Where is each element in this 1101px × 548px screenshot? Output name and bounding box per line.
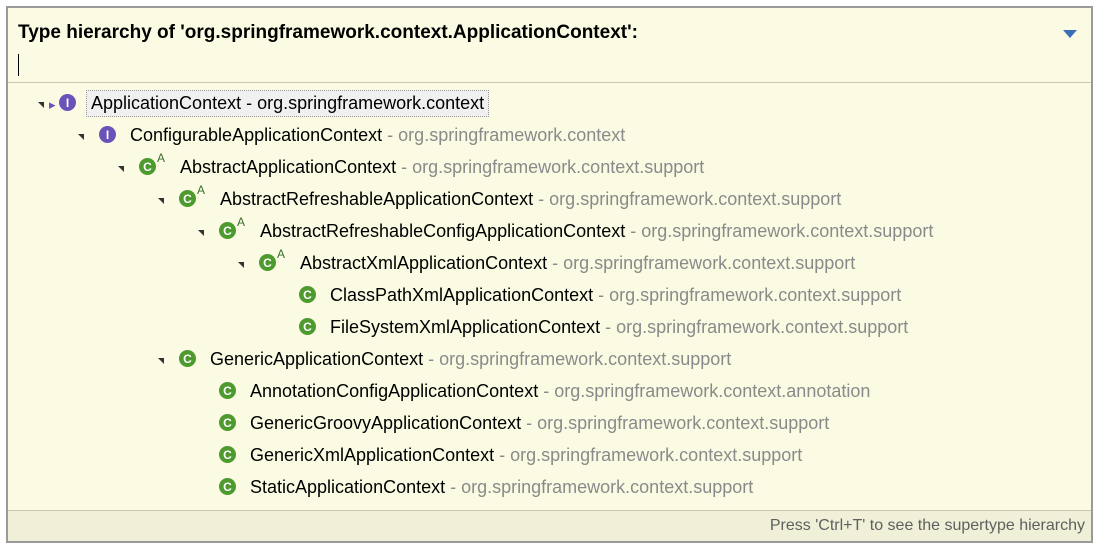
type-name: AbstractRefreshableApplicationContext — [220, 188, 534, 209]
package-name: org.springframework.context.support — [609, 284, 902, 305]
package-name: org.springframework.context.support — [641, 220, 934, 241]
type-name: GenericXmlApplicationContext — [250, 444, 495, 465]
class-icon: C — [218, 445, 238, 465]
tree-item[interactable]: C GenericGroovyApplicationContext - org.s… — [198, 408, 833, 438]
separator: - — [533, 188, 550, 209]
expand-toggle-icon[interactable] — [238, 262, 244, 268]
package-name: org.springframework.context.support — [412, 156, 705, 177]
interface-icon: I — [98, 125, 118, 145]
separator: - — [625, 220, 642, 241]
expand-toggle-icon[interactable] — [158, 198, 164, 204]
separator: - — [521, 412, 538, 433]
class-icon: C — [178, 349, 198, 369]
abstract-class-icon: CA — [178, 183, 205, 209]
tree-item-label: ApplicationContext - org.springframework… — [86, 89, 490, 117]
tree-item[interactable]: C A AbstractRefreshableApplicationContext … — [158, 183, 845, 214]
tree-item-label: StaticApplicationContext - org.springfra… — [246, 475, 757, 500]
tree-item[interactable]: I ▸ ApplicationContext - org.springframewo… — [38, 88, 490, 118]
type-name: StaticApplicationContext — [250, 476, 446, 497]
tree-item[interactable]: C AnnotationConfigApplicationContext - or… — [198, 376, 874, 406]
type-name: FileSystemXmlApplicationContext — [330, 316, 601, 337]
separator: - — [547, 252, 564, 273]
tree-item-label: AbstractRefreshableApplicationContext - … — [216, 187, 845, 212]
package-name: org.springframework.context.annotation — [554, 380, 871, 401]
tree-item-label: ClassPathXmlApplicationContext - org.spr… — [326, 283, 905, 308]
separator: - — [445, 476, 462, 497]
class-icon: C — [218, 381, 238, 401]
type-name: GenericApplicationContext — [210, 348, 424, 369]
tree-item-label: FileSystemXmlApplicationContext - org.sp… — [326, 315, 912, 340]
package-name: org.springframework.context.support — [563, 252, 856, 273]
package-name: org.springframework.context.support — [549, 188, 842, 209]
abstract-class-icon: CA — [258, 247, 285, 273]
class-icon: C — [218, 413, 238, 433]
separator: - — [593, 284, 610, 305]
tree-item[interactable]: C GenericXmlApplicationContext - org.spri… — [198, 440, 806, 470]
package-name: org.springframework.context.support — [537, 412, 830, 433]
type-hierarchy-popup: Type hierarchy of 'org.springframework.c… — [6, 6, 1093, 543]
tree-item-label: GenericGroovyApplicationContext - org.sp… — [246, 411, 833, 436]
tree-item-label: GenericXmlApplicationContext - org.sprin… — [246, 443, 806, 468]
expand-toggle-icon[interactable] — [158, 358, 164, 364]
expand-toggle-icon[interactable] — [38, 102, 44, 108]
separator: - — [494, 444, 511, 465]
type-name: ApplicationContext — [91, 92, 242, 113]
separator: - — [423, 348, 440, 369]
package-name: org.springframework.context.support — [616, 316, 909, 337]
tree-item[interactable]: C A AbstractRefreshableConfigApplicationCo… — [198, 215, 937, 246]
type-name: AbstractApplicationContext — [180, 156, 397, 177]
tree-item-label: ConfigurableApplicationContext - org.spr… — [126, 123, 629, 148]
tree-item[interactable]: I ConfigurableApplicationContext - org.sp… — [78, 120, 629, 150]
expand-toggle-icon[interactable] — [78, 134, 84, 140]
package-name: org.springframework.context.support — [439, 348, 732, 369]
type-name: AbstractRefreshableConfigApplicationCont… — [260, 220, 626, 241]
popup-title: Type hierarchy of 'org.springframework.c… — [18, 22, 638, 43]
type-name: AbstractXmlApplicationContext — [300, 252, 548, 273]
popup-header: Type hierarchy of 'org.springframework.c… — [8, 8, 1091, 83]
tree-item[interactable]: C StaticApplicationContext - org.springfr… — [198, 472, 757, 502]
type-name: AnnotationConfigApplicationContext — [250, 380, 539, 401]
package-name: org.springframework.context.support — [510, 444, 803, 465]
class-icon: C — [298, 285, 318, 305]
abstract-class-icon: CA — [218, 215, 245, 241]
filter-input[interactable] — [18, 52, 1018, 76]
separator: - — [396, 156, 413, 177]
separator: - — [241, 92, 258, 113]
tree-item[interactable]: C ClassPathXmlApplicationContext - org.sp… — [278, 280, 905, 310]
expand-toggle-icon[interactable] — [198, 230, 204, 236]
tree-item[interactable]: C FileSystemXmlApplicationContext - org.s… — [278, 312, 912, 342]
class-icon: C — [298, 317, 318, 337]
tree-item-label: AbstractRefreshableConfigApplicationCont… — [256, 219, 937, 244]
view-menu-chevron-down-icon[interactable] — [1063, 30, 1077, 38]
tree-item-label: AbstractXmlApplicationContext - org.spri… — [296, 251, 859, 276]
package-name: org.springframework.context.support — [461, 476, 754, 497]
tree-item-label: AbstractApplicationContext - org.springf… — [176, 155, 708, 180]
class-icon: C — [218, 477, 238, 497]
package-name: org.springframework.context — [398, 124, 626, 145]
status-bar: Press 'Ctrl+T' to see the supertype hier… — [8, 510, 1091, 541]
tree-item[interactable]: C GenericApplicationContext - org.springf… — [158, 344, 735, 374]
supertype-hint: Press 'Ctrl+T' to see the supertype hier… — [769, 517, 1085, 534]
tree-item[interactable]: C A AbstractXmlApplicationContext - org.sp… — [238, 247, 859, 278]
text-cursor — [18, 54, 19, 76]
package-name: org.springframework.context — [257, 92, 485, 113]
separator: - — [382, 124, 399, 145]
tree-item-label: AnnotationConfigApplicationContext - org… — [246, 379, 874, 404]
type-name: ClassPathXmlApplicationContext — [330, 284, 594, 305]
separator: - — [538, 380, 555, 401]
type-name: ConfigurableApplicationContext — [130, 124, 383, 145]
abstract-class-icon: CA — [138, 151, 165, 177]
separator: - — [600, 316, 617, 337]
interface-icon: I ▸ — [49, 93, 78, 113]
tree-item-label: GenericApplicationContext - org.springfr… — [206, 347, 735, 372]
tree-item[interactable]: C A AbstractApplicationContext - org.sprin… — [118, 151, 708, 182]
type-name: GenericGroovyApplicationContext — [250, 412, 522, 433]
expand-toggle-icon[interactable] — [118, 166, 124, 172]
